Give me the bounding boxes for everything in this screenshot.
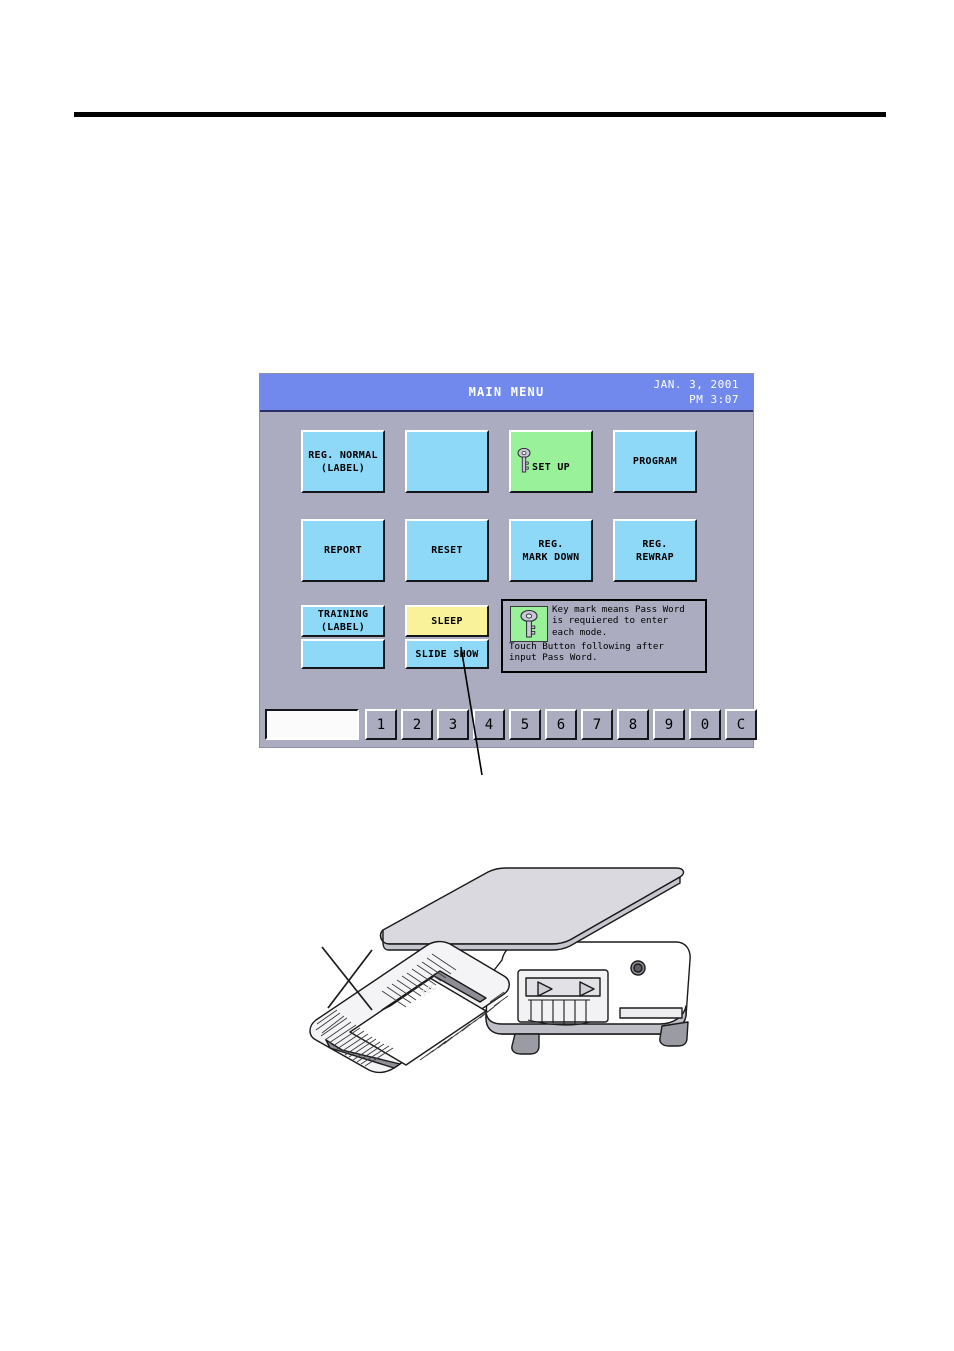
- button-label: REPORT: [324, 545, 362, 556]
- button-label: SET UP: [532, 462, 570, 473]
- menu-button-blank-2[interactable]: [301, 639, 385, 669]
- menu-button-blank-1[interactable]: [405, 430, 489, 493]
- menu-button-slide-show[interactable]: SLIDE SHOW: [405, 639, 489, 669]
- menu-button-reg-rewrap[interactable]: REG. REWRAP: [613, 519, 697, 582]
- button-label: PROGRAM: [632, 456, 678, 467]
- menu-button-training-label[interactable]: TRAINING (LABEL): [301, 605, 385, 637]
- key-icon: [516, 435, 532, 473]
- button-label: REG. REWRAP: [636, 538, 674, 563]
- clock-time: PM 3:07: [689, 393, 739, 406]
- menu-button-set-up[interactable]: SET UP: [509, 430, 593, 493]
- keypad-key-5[interactable]: 5: [509, 709, 541, 740]
- button-label: REG. MARK DOWN: [522, 538, 580, 563]
- keypad-key-8[interactable]: 8: [617, 709, 649, 740]
- menu-button-program[interactable]: PROGRAM: [613, 430, 697, 493]
- password-info-line-b: Touch Button following after input Pass …: [509, 641, 664, 664]
- key-icon-legend: [510, 606, 548, 642]
- menu-button-reg-normal-label[interactable]: REG. NORMAL (LABEL): [301, 430, 385, 493]
- keypad-key-clear[interactable]: C: [725, 709, 757, 740]
- button-label: TRAINING (LABEL): [317, 609, 369, 633]
- keypad-key-2[interactable]: 2: [401, 709, 433, 740]
- keypad-key-1[interactable]: 1: [365, 709, 397, 740]
- numeric-keypad: 1 2 3 4 5 6 7 8 9 0 C: [265, 709, 757, 742]
- keypad-key-3[interactable]: 3: [437, 709, 469, 740]
- keypad-display-field[interactable]: [265, 709, 359, 740]
- keypad-key-4[interactable]: 4: [473, 709, 505, 740]
- menu-button-reset[interactable]: RESET: [405, 519, 489, 582]
- keypad-key-7[interactable]: 7: [581, 709, 613, 740]
- button-label: SLIDE SHOW: [415, 648, 479, 660]
- password-info-line-a: Key mark means Pass Word is requiered to…: [552, 604, 685, 638]
- clock-readout: JAN. 3, 2001 PM 3:07: [654, 377, 739, 407]
- clock-date: JAN. 3, 2001: [653, 378, 739, 391]
- keypad-key-0[interactable]: 0: [689, 709, 721, 740]
- menu-button-report[interactable]: REPORT: [301, 519, 385, 582]
- menu-button-reg-mark-down[interactable]: REG. MARK DOWN: [509, 519, 593, 582]
- button-label: REG. NORMAL (LABEL): [308, 449, 378, 474]
- menu-button-sleep[interactable]: SLEEP: [405, 605, 489, 637]
- scale-illustration: TEC: [309, 867, 691, 1074]
- keypad-key-6[interactable]: 6: [545, 709, 577, 740]
- button-label: RESET: [431, 545, 463, 556]
- button-label: SLEEP: [431, 615, 463, 627]
- page-header-rule: [74, 112, 886, 117]
- main-menu-panel: MAIN MENU JAN. 3, 2001 PM 3:07 REG. NORM…: [259, 373, 754, 748]
- keypad-key-9[interactable]: 9: [653, 709, 685, 740]
- password-info-box: Key mark means Pass Word is requiered to…: [501, 599, 707, 673]
